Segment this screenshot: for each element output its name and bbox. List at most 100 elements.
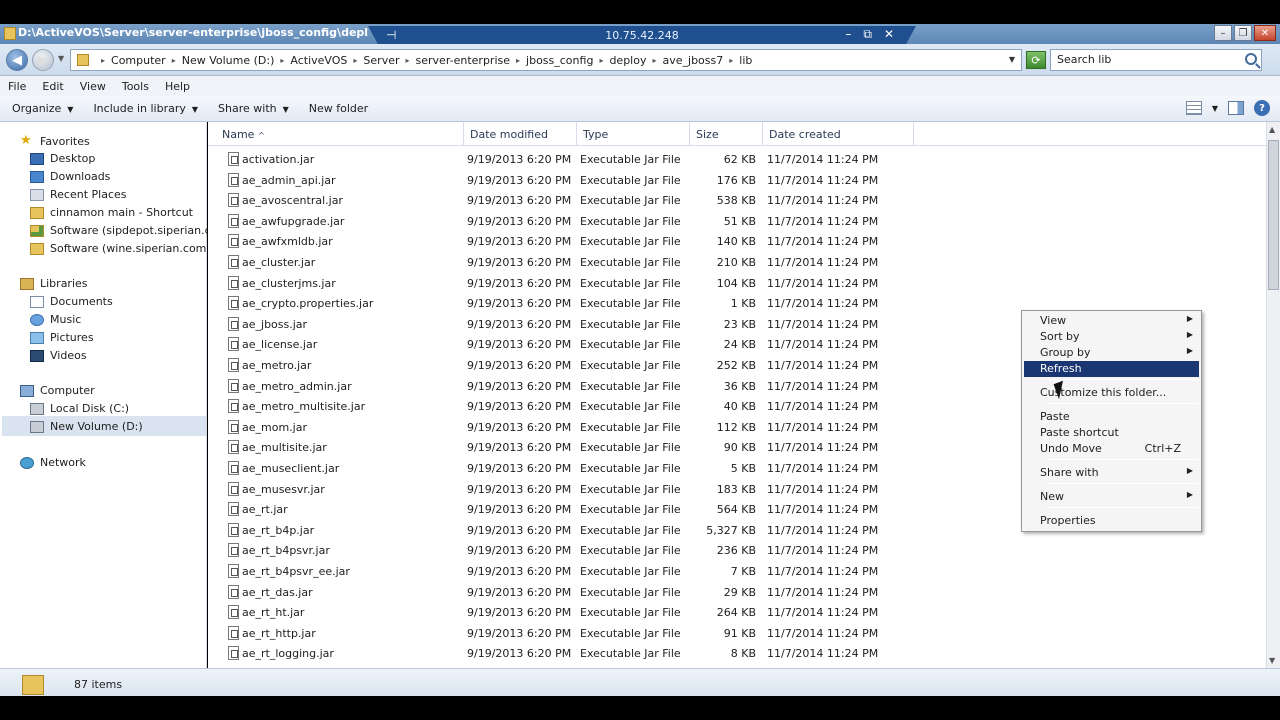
table-row[interactable]: ae_mom.jar 9/19/2013 6:20 PM Executable Ja… xyxy=(208,418,908,438)
scroll-down-icon[interactable]: ▼ xyxy=(1269,656,1275,665)
view-options-chevron-down-icon[interactable]: ▼ xyxy=(1212,104,1218,113)
include-in-library-button[interactable]: Include in library ▼ xyxy=(93,102,198,115)
organize-button[interactable]: Organize ▼ xyxy=(12,102,73,115)
nav-software-sipdepot[interactable]: Software (sipdepot.siperian.com) xyxy=(30,224,232,237)
breadcrumb-lib[interactable]: lib xyxy=(739,54,752,67)
nav-libraries[interactable]: Libraries xyxy=(20,277,88,290)
chevron-right-icon[interactable]: ▸ xyxy=(599,56,603,65)
nav-music[interactable]: Music xyxy=(30,313,81,326)
preview-pane-icon[interactable] xyxy=(1228,101,1244,115)
menu-tools[interactable]: Tools xyxy=(122,80,149,93)
nav-downloads[interactable]: Downloads xyxy=(30,170,110,183)
address-dropdown-chevron-down-icon[interactable]: ▼ xyxy=(1009,55,1015,64)
recent-pages-chevron-down-icon[interactable]: ▼ xyxy=(58,54,64,63)
breadcrumb-server[interactable]: Server xyxy=(363,54,399,67)
rdp-close-button[interactable]: ✕ xyxy=(884,27,894,42)
breadcrumb-new-volume[interactable]: New Volume (D:) xyxy=(182,54,275,67)
chevron-right-icon[interactable]: ▸ xyxy=(280,56,284,65)
breadcrumb-ave-jboss7[interactable]: ave_jboss7 xyxy=(663,54,724,67)
breadcrumb-jboss-config[interactable]: jboss_config xyxy=(526,54,593,67)
nav-videos[interactable]: Videos xyxy=(30,349,87,362)
help-icon[interactable]: ? xyxy=(1254,100,1270,116)
table-row[interactable]: ae_rt_das.jar 9/19/2013 6:20 PM Executable… xyxy=(208,583,908,603)
table-row[interactable]: ae_admin_api.jar 9/19/2013 6:20 PM Executa… xyxy=(208,171,908,191)
table-row[interactable]: ae_metro_admin.jar 9/19/2013 6:20 PM Execu… xyxy=(208,377,908,397)
nav-computer[interactable]: Computer xyxy=(20,384,95,397)
table-row[interactable]: ae_crypto.properties.jar 9/19/2013 6:20 P… xyxy=(208,294,908,314)
column-date-modified[interactable]: Date modified xyxy=(464,122,577,146)
nav-software-wine[interactable]: Software (wine.siperian.com) xyxy=(30,242,211,255)
chevron-right-icon[interactable]: ▸ xyxy=(172,56,176,65)
breadcrumb-computer[interactable]: Computer xyxy=(111,54,166,67)
ctx-customize-folder[interactable]: Customize this folder... xyxy=(1024,385,1199,401)
nav-new-volume-d[interactable]: New Volume (D:) xyxy=(30,420,143,433)
table-row[interactable]: ae_awfupgrade.jar 9/19/2013 6:20 PM Execut… xyxy=(208,212,908,232)
new-folder-button[interactable]: New folder xyxy=(309,102,368,115)
table-row[interactable]: ae_rt_logging.jar 9/19/2013 6:20 PM Execut… xyxy=(208,644,908,664)
chevron-right-icon[interactable]: ▸ xyxy=(101,56,105,65)
nav-network[interactable]: Network xyxy=(20,456,86,469)
search-input[interactable]: Search lib xyxy=(1050,49,1262,71)
ctx-new[interactable]: New ▶ xyxy=(1024,489,1199,505)
nav-pictures[interactable]: Pictures xyxy=(30,331,94,344)
rdp-restore-button[interactable]: ⧉ xyxy=(863,27,872,42)
scroll-up-icon[interactable]: ▲ xyxy=(1269,125,1275,134)
nav-desktop[interactable]: Desktop xyxy=(30,152,95,165)
nav-cinnamon-shortcut[interactable]: cinnamon main - Shortcut xyxy=(30,206,193,219)
column-type[interactable]: Type xyxy=(577,122,690,146)
table-row[interactable]: ae_license.jar 9/19/2013 6:20 PM Executabl… xyxy=(208,335,908,355)
table-row[interactable]: ae_rt_b4psvr.jar 9/19/2013 6:20 PM Executa… xyxy=(208,541,908,561)
table-row[interactable]: ae_multisite.jar 9/19/2013 6:20 PM Executa… xyxy=(208,438,908,458)
refresh-button[interactable]: ⟳ xyxy=(1026,51,1046,69)
ctx-sort-by[interactable]: Sort by ▶ xyxy=(1024,329,1199,345)
scrollbar-thumb[interactable] xyxy=(1268,140,1279,290)
table-row[interactable]: ae_musesvr.jar 9/19/2013 6:20 PM Executabl… xyxy=(208,480,908,500)
table-row[interactable]: ae_rt_b4psvr_ee.jar 9/19/2013 6:20 PM Exec… xyxy=(208,562,908,582)
column-name[interactable]: Name ^ xyxy=(208,122,464,146)
nav-local-disk-c[interactable]: Local Disk (C:) xyxy=(30,402,129,415)
chevron-right-icon[interactable]: ▸ xyxy=(729,56,733,65)
table-row[interactable]: ae_rt_http.jar 9/19/2013 6:20 PM Executabl… xyxy=(208,624,908,644)
rdp-minimize-button[interactable]: – xyxy=(845,27,851,42)
ctx-group-by[interactable]: Group by ▶ xyxy=(1024,345,1199,361)
breadcrumb-activevos[interactable]: ActiveVOS xyxy=(290,54,347,67)
table-row[interactable]: ae_rt_ht.jar 9/19/2013 6:20 PM Executable … xyxy=(208,603,908,623)
table-row[interactable]: ae_rt_b4p.jar 9/19/2013 6:20 PM Executable… xyxy=(208,521,908,541)
breadcrumb-server-enterprise[interactable]: server-enterprise xyxy=(416,54,511,67)
menu-edit[interactable]: Edit xyxy=(42,80,63,93)
chevron-right-icon[interactable]: ▸ xyxy=(516,56,520,65)
table-row[interactable]: ae_awfxmldb.jar 9/19/2013 6:20 PM Executab… xyxy=(208,232,908,252)
column-date-created[interactable]: Date created xyxy=(763,122,914,146)
ctx-paste-shortcut[interactable]: Paste shortcut xyxy=(1024,425,1199,441)
ctx-undo-move[interactable]: Undo Move Ctrl+Z xyxy=(1024,441,1199,457)
search-icon[interactable] xyxy=(1245,53,1257,65)
table-row[interactable]: ae_cluster.jar 9/19/2013 6:20 PM Executabl… xyxy=(208,253,908,273)
nav-favorites[interactable]: ★ Favorites xyxy=(20,134,90,148)
nav-recent-places[interactable]: Recent Places xyxy=(30,188,127,201)
table-row[interactable]: activation.jar 9/19/2013 6:20 PM Executabl… xyxy=(208,150,908,170)
table-row[interactable]: ae_metro.jar 9/19/2013 6:20 PM Executable … xyxy=(208,356,908,376)
close-button[interactable]: ✕ xyxy=(1254,25,1276,41)
minimize-button[interactable]: – xyxy=(1214,25,1232,41)
back-button[interactable]: ◀ xyxy=(6,49,28,71)
breadcrumb-deploy[interactable]: deploy xyxy=(609,54,646,67)
table-row[interactable]: ae_clusterjms.jar 9/19/2013 6:20 PM Execut… xyxy=(208,274,908,294)
vertical-scrollbar[interactable]: ▲ ▼ xyxy=(1266,122,1280,668)
table-row[interactable]: ae_jboss.jar 9/19/2013 6:20 PM Executable … xyxy=(208,315,908,335)
ctx-refresh[interactable]: Refresh xyxy=(1024,361,1199,377)
ctx-share-with[interactable]: Share with ▶ xyxy=(1024,465,1199,481)
forward-button[interactable]: ▶ xyxy=(32,49,54,71)
ctx-view[interactable]: View ▶ xyxy=(1024,313,1199,329)
chevron-right-icon[interactable]: ▸ xyxy=(652,56,656,65)
table-row[interactable]: ae_metro_multisite.jar 9/19/2013 6:20 PM E… xyxy=(208,397,908,417)
chevron-right-icon[interactable]: ▸ xyxy=(353,56,357,65)
menu-file[interactable]: File xyxy=(8,80,26,93)
ctx-properties[interactable]: Properties xyxy=(1024,513,1199,529)
menu-view[interactable]: View xyxy=(80,80,106,93)
nav-documents[interactable]: Documents xyxy=(30,295,113,308)
chevron-right-icon[interactable]: ▸ xyxy=(406,56,410,65)
column-size[interactable]: Size xyxy=(690,122,763,146)
restore-button[interactable]: ❐ xyxy=(1234,25,1252,41)
table-row[interactable]: ae_museclient.jar 9/19/2013 6:20 PM Execut… xyxy=(208,459,908,479)
breadcrumb[interactable]: ▸ Computer ▸ New Volume (D:) ▸ ActiveVOS… xyxy=(70,49,1022,71)
